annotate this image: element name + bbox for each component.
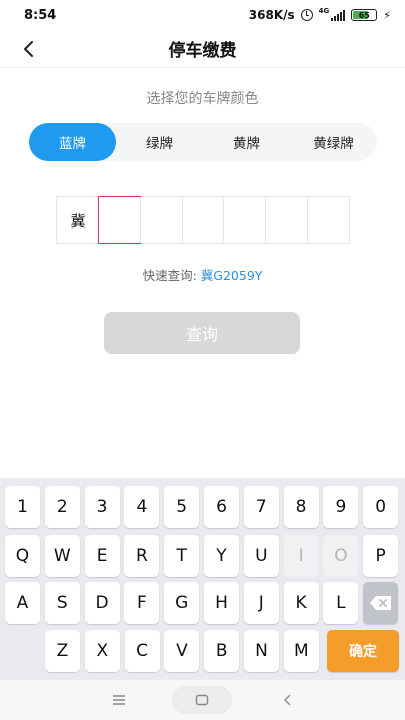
network-speed: 368K/s xyxy=(248,8,295,22)
key-7[interactable]: 7 xyxy=(243,486,279,528)
key-r[interactable]: R xyxy=(124,535,160,577)
plate-color-tabs: 蓝牌 绿牌 黄牌 黄绿牌 xyxy=(29,123,377,161)
delete-key[interactable] xyxy=(363,582,398,624)
status-time: 8:54 xyxy=(24,7,57,23)
key-m[interactable]: M xyxy=(283,630,319,672)
back-icon[interactable] xyxy=(18,38,40,60)
query-button[interactable]: 查询 xyxy=(104,312,300,354)
status-bar: 8:54 368K/s 4G 65 ⚡ xyxy=(0,0,405,30)
key-g[interactable]: G xyxy=(164,582,200,624)
keyboard-row: Z X C V B N M 确定 xyxy=(0,630,405,680)
quick-query: 快速查询: 冀G2059Y xyxy=(0,265,405,284)
key-z[interactable]: Z xyxy=(45,630,80,672)
key-6[interactable]: 6 xyxy=(204,486,239,528)
system-back-button[interactable] xyxy=(258,686,318,714)
plate-color-tab-1[interactable]: 蓝牌 xyxy=(29,123,116,161)
recent-apps-button[interactable] xyxy=(89,686,149,714)
key-p[interactable]: P xyxy=(363,535,399,577)
key-e[interactable]: E xyxy=(84,535,120,577)
key-q[interactable]: Q xyxy=(5,535,40,577)
plate-color-tab-3[interactable]: 黄牌 xyxy=(203,123,290,161)
keyboard-row: QWERTYUIOP xyxy=(0,535,405,585)
plate-keyboard: 1 2 3 4 5 6 7 8 9 0 Q W E R T Y U I O P A S D F G H J K L Z X C V B N M 确定 xyxy=(0,478,405,680)
key-y[interactable]: Y xyxy=(204,535,239,577)
plate-province-cell[interactable]: 冀 xyxy=(57,197,99,243)
keyboard-row: ASDFGHJKL xyxy=(0,582,405,632)
key-k[interactable]: K xyxy=(283,582,319,624)
chevron-left-icon xyxy=(284,694,291,706)
plate-char-cell-6[interactable] xyxy=(307,197,349,243)
key-3[interactable]: 3 xyxy=(84,486,120,528)
quick-query-label: 快速查询: xyxy=(142,268,197,283)
key-f[interactable]: F xyxy=(124,582,160,624)
plate-char-cell-2[interactable] xyxy=(139,197,182,243)
key-n[interactable]: N xyxy=(244,630,279,672)
keyboard-row: 1234567890 xyxy=(0,486,405,536)
key-i: I xyxy=(283,535,319,577)
battery-level: 65 xyxy=(358,10,370,20)
key-w[interactable]: W xyxy=(44,535,80,577)
key-l[interactable]: L xyxy=(323,582,359,624)
quick-query-plate-link[interactable]: 冀G2059Y xyxy=(201,268,263,283)
home-icon xyxy=(195,694,209,706)
key-b[interactable]: B xyxy=(204,630,240,672)
plate-char-cell-1[interactable] xyxy=(98,196,141,244)
key-9[interactable]: 9 xyxy=(323,486,359,528)
key-1[interactable]: 1 xyxy=(5,486,40,528)
menu-icon xyxy=(113,695,125,705)
battery-icon: 65 xyxy=(351,9,378,21)
network-type: 4G xyxy=(318,6,330,15)
key-s[interactable]: S xyxy=(44,582,80,624)
confirm-key[interactable]: 确定 xyxy=(327,630,399,672)
key-8[interactable]: 8 xyxy=(283,486,319,528)
key-t[interactable]: T xyxy=(164,535,200,577)
home-button[interactable] xyxy=(172,686,232,714)
signal-icon xyxy=(331,9,346,21)
key-2[interactable]: 2 xyxy=(44,486,80,528)
key-h[interactable]: H xyxy=(204,582,239,624)
plate-color-tab-2[interactable]: 绿牌 xyxy=(116,123,203,161)
plate-number-input[interactable]: 冀 xyxy=(56,196,350,244)
charging-icon: ⚡ xyxy=(383,8,391,22)
system-nav-bar xyxy=(0,680,405,720)
plate-char-cell-3[interactable] xyxy=(181,197,224,243)
nav-bar: 停车缴费 xyxy=(0,30,405,68)
key-v[interactable]: V xyxy=(164,630,200,672)
plate-color-prompt: 选择您的车牌颜色 xyxy=(146,91,259,107)
plate-color-tab-4[interactable]: 黄绿牌 xyxy=(290,123,377,161)
key-d[interactable]: D xyxy=(84,582,120,624)
key-o: O xyxy=(323,535,359,577)
plate-char-cell-5[interactable] xyxy=(265,197,307,243)
key-5[interactable]: 5 xyxy=(164,486,200,528)
key-c[interactable]: C xyxy=(124,630,160,672)
key-j[interactable]: J xyxy=(243,582,279,624)
page-title: 停车缴费 xyxy=(168,41,237,61)
key-4[interactable]: 4 xyxy=(124,486,160,528)
key-u[interactable]: U xyxy=(243,535,279,577)
alarm-icon xyxy=(300,9,313,21)
key-x[interactable]: X xyxy=(84,630,120,672)
key-0[interactable]: 0 xyxy=(363,486,399,528)
plate-char-cell-4[interactable] xyxy=(223,197,265,243)
backspace-icon xyxy=(369,596,391,610)
key-a[interactable]: A xyxy=(5,582,40,624)
status-icons: 368K/s 4G 65 ⚡ xyxy=(248,6,391,22)
